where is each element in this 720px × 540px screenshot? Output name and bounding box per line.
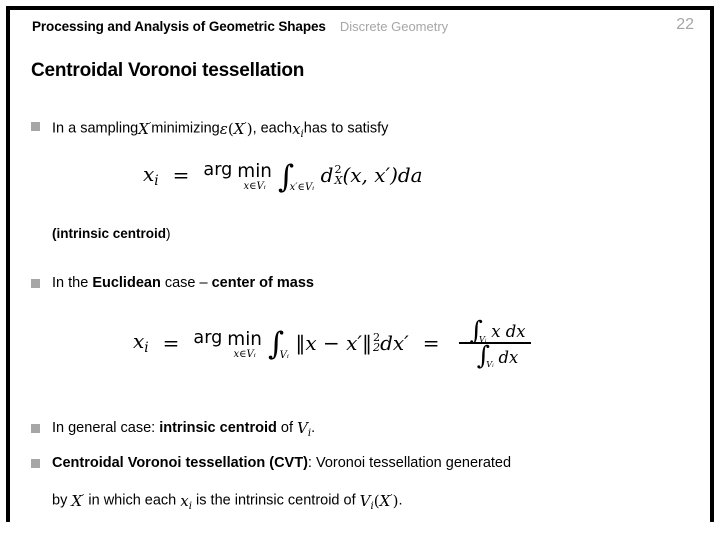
eq1-integral-subscript: x′∈Vᵢ xyxy=(289,182,315,194)
bullet2-euclidean-bold: Euclidean xyxy=(92,275,161,291)
bullet3-intrinsic-centroid-bold: intrinsic centroid xyxy=(159,420,277,436)
page-number: 22 xyxy=(676,16,694,33)
bullet-cvt-text: Centroidal Voronoi tessellation (CVT): V… xyxy=(52,454,511,473)
math-x-prime: X′ xyxy=(71,491,85,510)
header-subtitle: Discrete Geometry xyxy=(339,19,449,34)
eq1-min-block: min x∈Vᵢ xyxy=(237,161,272,193)
header-title: Processing and Analysis of Geometric Sha… xyxy=(32,19,326,34)
bullet-item-cvt: Centroidal Voronoi tessellation (CVT): V… xyxy=(31,454,511,473)
eq2-norm-term: ‖x − x′‖ 2 2 dx′ xyxy=(295,330,409,355)
bullet-item-sampling: In a samplingX′minimizingε(X′), eachxiha… xyxy=(31,117,388,143)
slide-header: Processing and Analysis of Geometric Sha… xyxy=(32,16,694,41)
eq1-min-label: min xyxy=(237,161,272,182)
eq2-argmin: arg min x∈Vᵢ xyxy=(193,327,262,360)
eq1-integrand: d 2 X (x, x′)da xyxy=(320,162,423,187)
cont-segment-1: by xyxy=(52,492,72,509)
eq2-lhs: xi xyxy=(133,329,149,357)
math-v-sub-i: Vi xyxy=(297,419,312,439)
cont-period: . xyxy=(398,492,403,509)
caption-light: ) xyxy=(166,226,171,241)
eq2-den-integral-subscript: Vᵢ xyxy=(486,359,494,369)
math-x-sub-i: xi xyxy=(292,119,304,140)
eq2-fraction-numerator: ∫ Vᵢ x dx xyxy=(459,317,531,344)
caption-intrinsic-centroid: (intrinsic centroid) xyxy=(52,226,171,241)
bullet3-period: . xyxy=(311,420,316,436)
eq1-integral: ∫ x′∈Vᵢ xyxy=(278,161,319,193)
bullet-square-icon xyxy=(31,424,40,433)
equation-center-of-mass: xi = arg min x∈Vᵢ ∫ Vᵢ ‖x − x′‖ 2 2 dx′ = ∫… xyxy=(133,317,532,369)
bullet2-segment-1: In the xyxy=(52,275,93,291)
eq2-num-body: x dx xyxy=(491,322,526,341)
math-x-prime: X′ xyxy=(138,119,152,138)
eq2-fraction-denominator: ∫ Vᵢ dx xyxy=(467,342,525,369)
eq1-equals: = xyxy=(172,163,190,188)
bullet-square-icon xyxy=(31,279,40,288)
bullet2-segment-2: case – xyxy=(160,275,212,291)
math-epsilon-of-x-prime: ε(X′) xyxy=(219,119,253,138)
bullet-square-icon xyxy=(31,122,40,131)
slide-frame-top xyxy=(6,6,714,10)
caption-bold: (intrinsic centroid xyxy=(52,226,167,241)
slide-frame-right xyxy=(710,6,714,522)
eq2-den-integral: ∫ Vᵢ xyxy=(477,342,498,369)
eq2-num-integral: ∫ Vᵢ xyxy=(469,317,490,344)
bullet-item-general-case: In general case: intrinsic centroid of V… xyxy=(31,419,315,443)
eq2-norm-squared-sub-2: 22 xyxy=(372,330,381,355)
bullet1-segment-4: has to satisfy xyxy=(303,120,389,137)
eq2-equals: = xyxy=(162,330,180,355)
bullet-sampling-text: In a samplingX′minimizingε(X′), eachxiha… xyxy=(52,117,388,143)
eq1-min-subscript: x∈Vᵢ xyxy=(243,181,266,193)
eq1-lhs: xi xyxy=(143,161,159,189)
slide-frame-left xyxy=(6,10,10,522)
eq2-arg-label: arg xyxy=(193,327,223,348)
bullet4-segment-2: : Voronoi tessellation generated xyxy=(307,455,512,471)
math-v-sub-i-of-x-prime: Vi(X′) xyxy=(359,491,399,512)
bullet3-segment-2: of xyxy=(276,420,298,436)
slide-canvas: Processing and Analysis of Geometric Sha… xyxy=(0,0,720,540)
cont-segment-2: in which each xyxy=(84,492,181,509)
bullet-square-icon xyxy=(31,459,40,468)
eq1-arg-label: arg xyxy=(203,160,233,180)
bullet-euclidean-text: In the Euclidean case – center of mass xyxy=(52,274,314,293)
eq2-integral-subscript: Vᵢ xyxy=(279,349,289,361)
equation-intrinsic-centroid: xi = arg min x∈Vᵢ ∫ x′∈Vᵢ d 2 X (x, x′)da xyxy=(143,160,423,193)
bullet-item-euclidean: In the Euclidean case – center of mass xyxy=(31,274,314,293)
eq2-integral: ∫ Vᵢ xyxy=(268,328,293,360)
bullet1-segment-1: In a sampling xyxy=(52,120,139,137)
cont-segment-3: is the intrinsic centroid of xyxy=(192,492,360,509)
eq1-argmin: arg min x∈Vᵢ xyxy=(203,160,272,193)
bullet-general-case-text: In general case: intrinsic centroid of V… xyxy=(52,419,315,443)
bullet4-cvt-bold: Centroidal Voronoi tessellation (CVT) xyxy=(52,455,308,471)
bullet3-segment-1: In general case: xyxy=(52,420,160,436)
eq2-fraction: ∫ Vᵢ x dx ∫ Vᵢ dx xyxy=(459,317,532,369)
eq2-equals-2: = xyxy=(422,330,440,355)
bullet2-center-of-mass-bold: center of mass xyxy=(211,275,314,291)
bullet1-segment-2: minimizing xyxy=(151,120,220,137)
bullet1-segment-3: , each xyxy=(252,120,293,137)
eq1-d-squared-sub-x: 2X xyxy=(334,163,343,187)
bullet-cvt-continuation: by X′ in which each xi is the intrinsic … xyxy=(52,489,403,515)
eq2-den-body: dx xyxy=(498,347,519,367)
eq2-min-block: min x∈Vᵢ xyxy=(227,328,262,360)
eq2-min-subscript: x∈Vᵢ xyxy=(233,348,256,360)
page-title: Centroidal Voronoi tessellation xyxy=(31,60,305,81)
math-x-sub-i: xi xyxy=(180,491,193,512)
eq2-min-label: min xyxy=(227,328,262,350)
